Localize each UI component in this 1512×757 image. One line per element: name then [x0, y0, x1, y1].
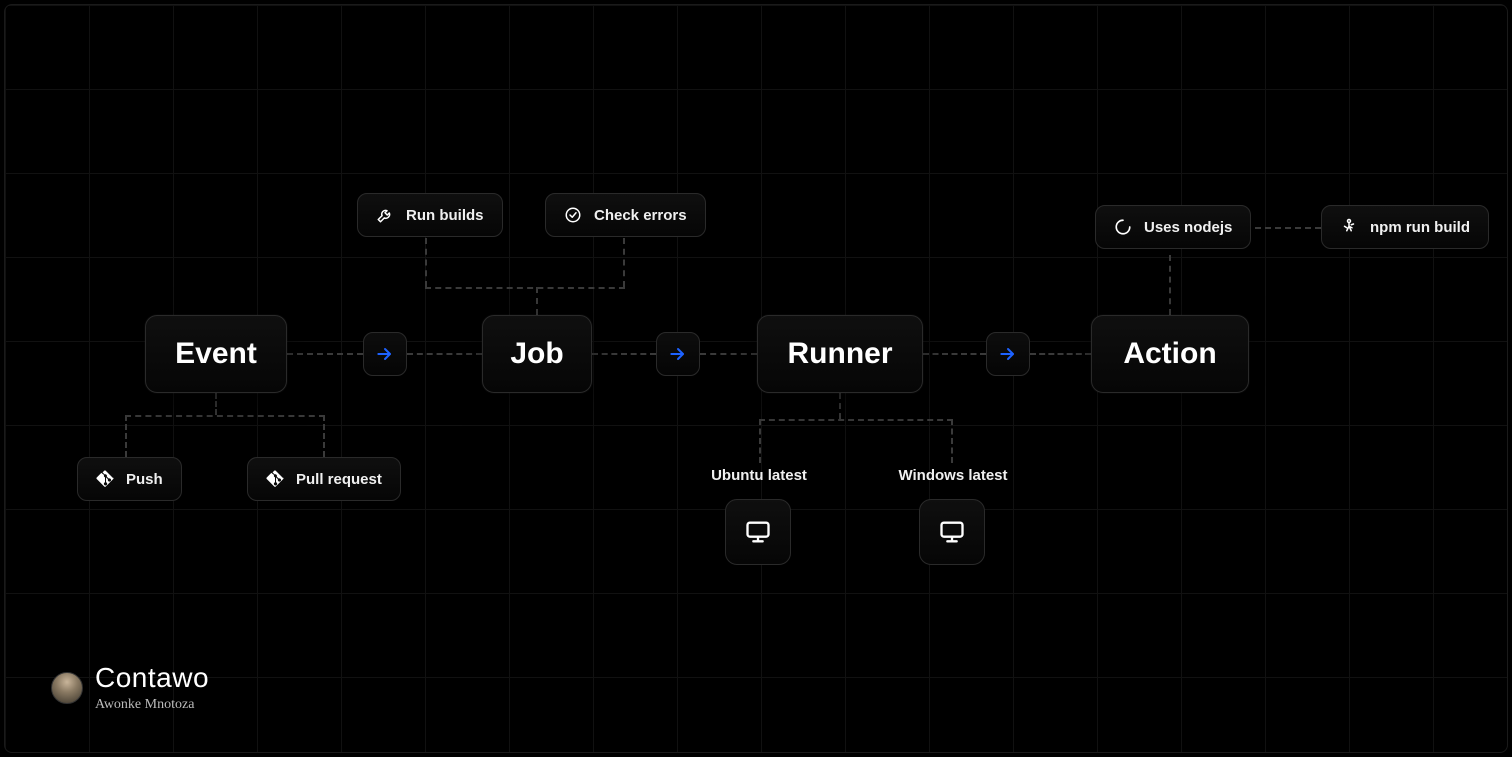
runner-windows-label: Windows latest [873, 467, 1033, 484]
author-subtitle: Awonke Mnotoza [95, 698, 209, 712]
connector [951, 419, 953, 463]
connector [425, 287, 625, 289]
connector [700, 353, 757, 355]
monitor-icon [744, 518, 772, 546]
connector [759, 419, 761, 463]
connector [839, 393, 841, 419]
pill-label: Check errors [594, 207, 687, 224]
connector [923, 353, 986, 355]
connector [1169, 255, 1171, 315]
avatar [51, 672, 83, 704]
runner-ubuntu [725, 499, 791, 565]
connector [125, 415, 325, 417]
connector [759, 419, 953, 421]
connector [425, 238, 427, 287]
runner-windows [919, 499, 985, 565]
check-circle-icon [564, 206, 582, 224]
job-check-errors: Check errors [545, 193, 706, 237]
arrow-right-icon [656, 332, 700, 376]
pill-label: Run builds [406, 207, 484, 224]
diagram-canvas: Event Job Runner Action Push Pull reques… [4, 4, 1508, 753]
connector [536, 287, 538, 315]
node-event: Event [145, 315, 287, 393]
connector [323, 415, 325, 457]
runner-ubuntu-label: Ubuntu latest [679, 467, 839, 484]
pill-label: Pull request [296, 471, 382, 488]
author-name: Contawo [95, 664, 209, 692]
connector [215, 393, 217, 415]
node-job: Job [482, 315, 592, 393]
node-label: Event [175, 337, 257, 371]
wrench-icon [376, 206, 394, 224]
connector [125, 415, 127, 457]
action-npm-run-build: npm run build [1321, 205, 1489, 249]
git-icon [96, 470, 114, 488]
run-icon [1340, 218, 1358, 236]
connector [287, 353, 363, 355]
node-runner: Runner [757, 315, 923, 393]
pill-label: Push [126, 471, 163, 488]
monitor-icon [938, 518, 966, 546]
connector [592, 353, 656, 355]
arrow-right-icon [363, 332, 407, 376]
pill-label: npm run build [1370, 219, 1470, 236]
arrow-right-icon [986, 332, 1030, 376]
connector [1030, 353, 1091, 355]
git-icon [266, 470, 284, 488]
event-pull-request: Pull request [247, 457, 401, 501]
connector [623, 238, 625, 287]
pill-label: Uses nodejs [1144, 219, 1232, 236]
author-watermark: Contawo Awonke Mnotoza [51, 664, 209, 712]
node-label: Action [1123, 337, 1216, 371]
action-uses-nodejs: Uses nodejs [1095, 205, 1251, 249]
event-push: Push [77, 457, 182, 501]
connector [407, 353, 482, 355]
spinner-icon [1114, 218, 1132, 236]
node-label: Runner [788, 337, 893, 371]
node-label: Job [510, 337, 563, 371]
job-run-builds: Run builds [357, 193, 503, 237]
node-action: Action [1091, 315, 1249, 393]
connector [1245, 227, 1321, 229]
